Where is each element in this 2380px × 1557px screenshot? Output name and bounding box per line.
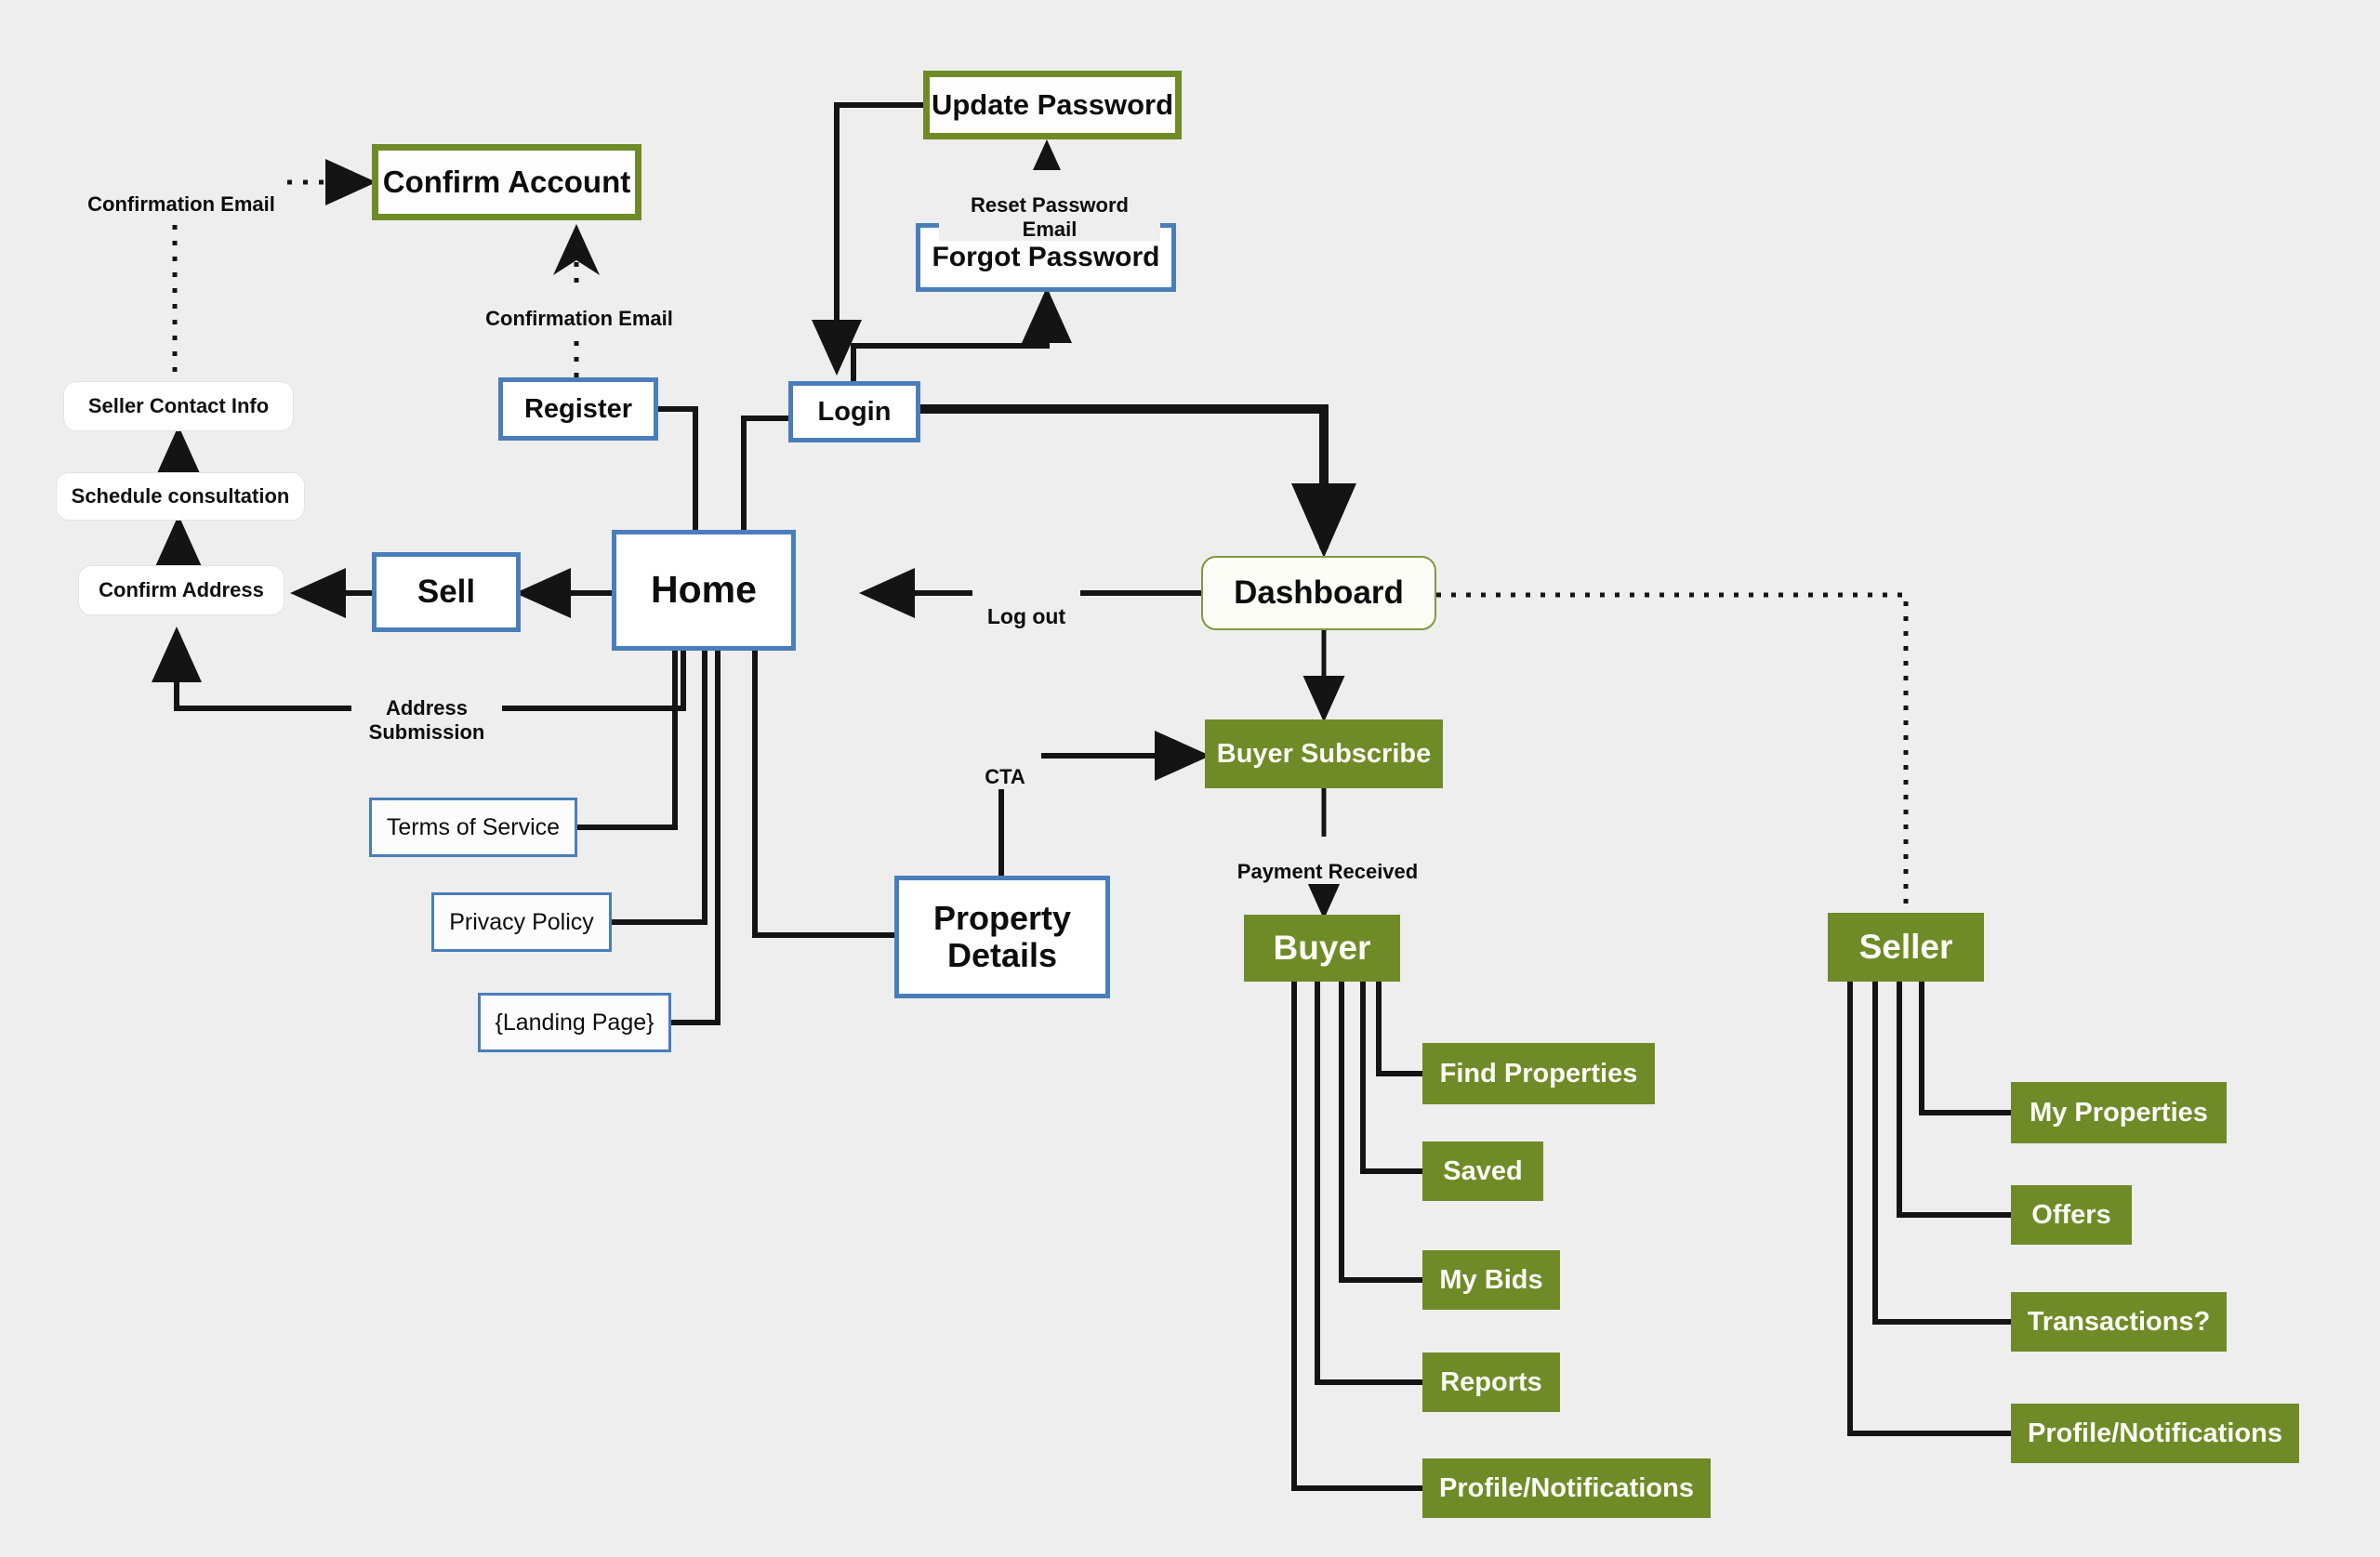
node-landing-page-label: {Landing Page}	[495, 1009, 654, 1036]
edge-label-reset-password-email-text: Reset Password Email	[971, 193, 1129, 241]
node-reports[interactable]: Reports	[1422, 1352, 1560, 1412]
edge-seller-to-my-properties	[1919, 982, 2011, 1115]
node-find-properties-label: Find Properties	[1439, 1058, 1638, 1089]
node-property-details[interactable]: Property Details	[894, 876, 1110, 998]
edge-login-to-dashboard	[920, 404, 1356, 558]
edge-label-confirmation-email-register: Confirmation Email	[480, 284, 679, 331]
node-dashboard[interactable]: Dashboard	[1201, 556, 1436, 630]
node-confirm-address[interactable]: Confirm Address	[78, 565, 284, 615]
node-seller-contact-info-label: Seller Contact Info	[87, 393, 270, 417]
node-dashboard-label: Dashboard	[1234, 574, 1404, 612]
edge-label-confirmation-email-register-text: Confirmation Email	[485, 307, 673, 331]
flowchart-canvas: Update Password Confirm Account Forgot P…	[0, 0, 2380, 1557]
edge-seller-to-transactions	[1872, 982, 2011, 1325]
edge-terms-to-home	[576, 651, 678, 830]
edge-label-payment-received-text: Payment Received	[1236, 860, 1419, 884]
node-confirm-account[interactable]: Confirm Account	[372, 144, 641, 220]
node-terms-of-service[interactable]: Terms of Service	[369, 798, 577, 857]
node-home-label: Home	[651, 568, 757, 612]
node-my-properties[interactable]: My Properties	[2011, 1082, 2227, 1143]
edge-dashboard-to-seller	[1436, 592, 1909, 913]
node-sell-label: Sell	[416, 574, 476, 611]
node-seller-label: Seller	[1858, 928, 1953, 967]
edge-label-log-out: Log out	[972, 580, 1080, 629]
edge-label-payment-received: Payment Received	[1218, 837, 1437, 884]
node-offers-label: Offers	[2031, 1199, 2111, 1230]
node-saved-label: Saved	[1443, 1155, 1523, 1186]
node-schedule-consultation[interactable]: Schedule consultation	[56, 472, 305, 521]
node-offers[interactable]: Offers	[2011, 1185, 2132, 1245]
node-terms-of-service-label: Terms of Service	[386, 814, 561, 840]
node-sell[interactable]: Sell	[372, 552, 521, 632]
node-find-properties[interactable]: Find Properties	[1422, 1043, 1655, 1104]
node-login-label: Login	[817, 396, 892, 427]
node-update-password[interactable]: Update Password	[923, 71, 1182, 139]
node-schedule-consultation-label: Schedule consultation	[71, 483, 290, 508]
node-landing-page[interactable]: {Landing Page}	[478, 993, 671, 1052]
edge-label-reset-password-email: Reset Password Email	[939, 170, 1160, 241]
node-privacy-policy-label: Privacy Policy	[449, 909, 594, 935]
edge-update-password-to-login	[812, 102, 923, 376]
node-buyer-subscribe[interactable]: Buyer Subscribe	[1205, 719, 1443, 788]
edge-label-address-submission: Address Submission	[351, 673, 502, 744]
edge-buyer-to-saved	[1360, 962, 1422, 1174]
edge-buyer-to-my-bids	[1339, 962, 1422, 1283]
node-confirm-account-label: Confirm Account	[382, 164, 631, 199]
node-saved[interactable]: Saved	[1422, 1141, 1543, 1201]
node-reports-label: Reports	[1440, 1366, 1542, 1397]
node-property-details-label: Property Details	[932, 898, 1072, 974]
edge-privacy-to-home	[611, 651, 707, 925]
edge-label-confirmation-email-left-text: Confirmation Email	[87, 192, 275, 217]
node-seller[interactable]: Seller	[1828, 913, 1984, 982]
edge-home-to-property-details	[752, 651, 894, 938]
node-home[interactable]: Home	[612, 530, 796, 651]
node-register-label: Register	[523, 393, 633, 424]
node-register[interactable]: Register	[498, 377, 658, 441]
node-buyer[interactable]: Buyer	[1244, 915, 1400, 982]
edge-buyer-to-profile-notifications	[1291, 962, 1422, 1491]
edge-label-confirmation-email-left: Confirmation Email	[82, 169, 281, 217]
node-my-bids[interactable]: My Bids	[1422, 1250, 1560, 1310]
edge-login-to-forgot-password	[851, 287, 1072, 381]
node-login[interactable]: Login	[788, 381, 920, 442]
node-buyer-subscribe-label: Buyer Subscribe	[1216, 738, 1432, 769]
edge-register-to-home	[657, 406, 698, 530]
node-seller-profile-notifications[interactable]: Profile/Notifications	[2011, 1404, 2299, 1463]
node-seller-contact-info[interactable]: Seller Contact Info	[63, 381, 294, 431]
node-my-properties-label: My Properties	[2030, 1097, 2208, 1128]
node-my-bids-label: My Bids	[1439, 1264, 1543, 1295]
node-transactions-label: Transactions?	[2027, 1306, 2211, 1337]
node-seller-profile-notifications-label: Profile/Notifications	[2028, 1418, 2282, 1448]
node-confirm-address-label: Confirm Address	[99, 577, 264, 601]
node-buyer-profile-notifications[interactable]: Profile/Notifications	[1422, 1458, 1711, 1518]
node-transactions[interactable]: Transactions?	[2011, 1292, 2227, 1352]
edge-label-cta-text: CTA	[985, 765, 1025, 789]
edge-label-cta: CTA	[969, 742, 1041, 789]
node-update-password-label: Update Password	[931, 87, 1174, 121]
edge-label-address-submission-text: Address Submission	[368, 696, 485, 744]
edge-seller-to-offers	[1897, 982, 2011, 1218]
node-buyer-profile-notifications-label: Profile/Notifications	[1439, 1472, 1694, 1503]
node-buyer-label: Buyer	[1273, 929, 1371, 968]
edge-label-log-out-text: Log out	[986, 604, 1066, 629]
node-privacy-policy[interactable]: Privacy Policy	[431, 892, 612, 952]
node-forgot-password-label: Forgot Password	[932, 242, 1160, 273]
